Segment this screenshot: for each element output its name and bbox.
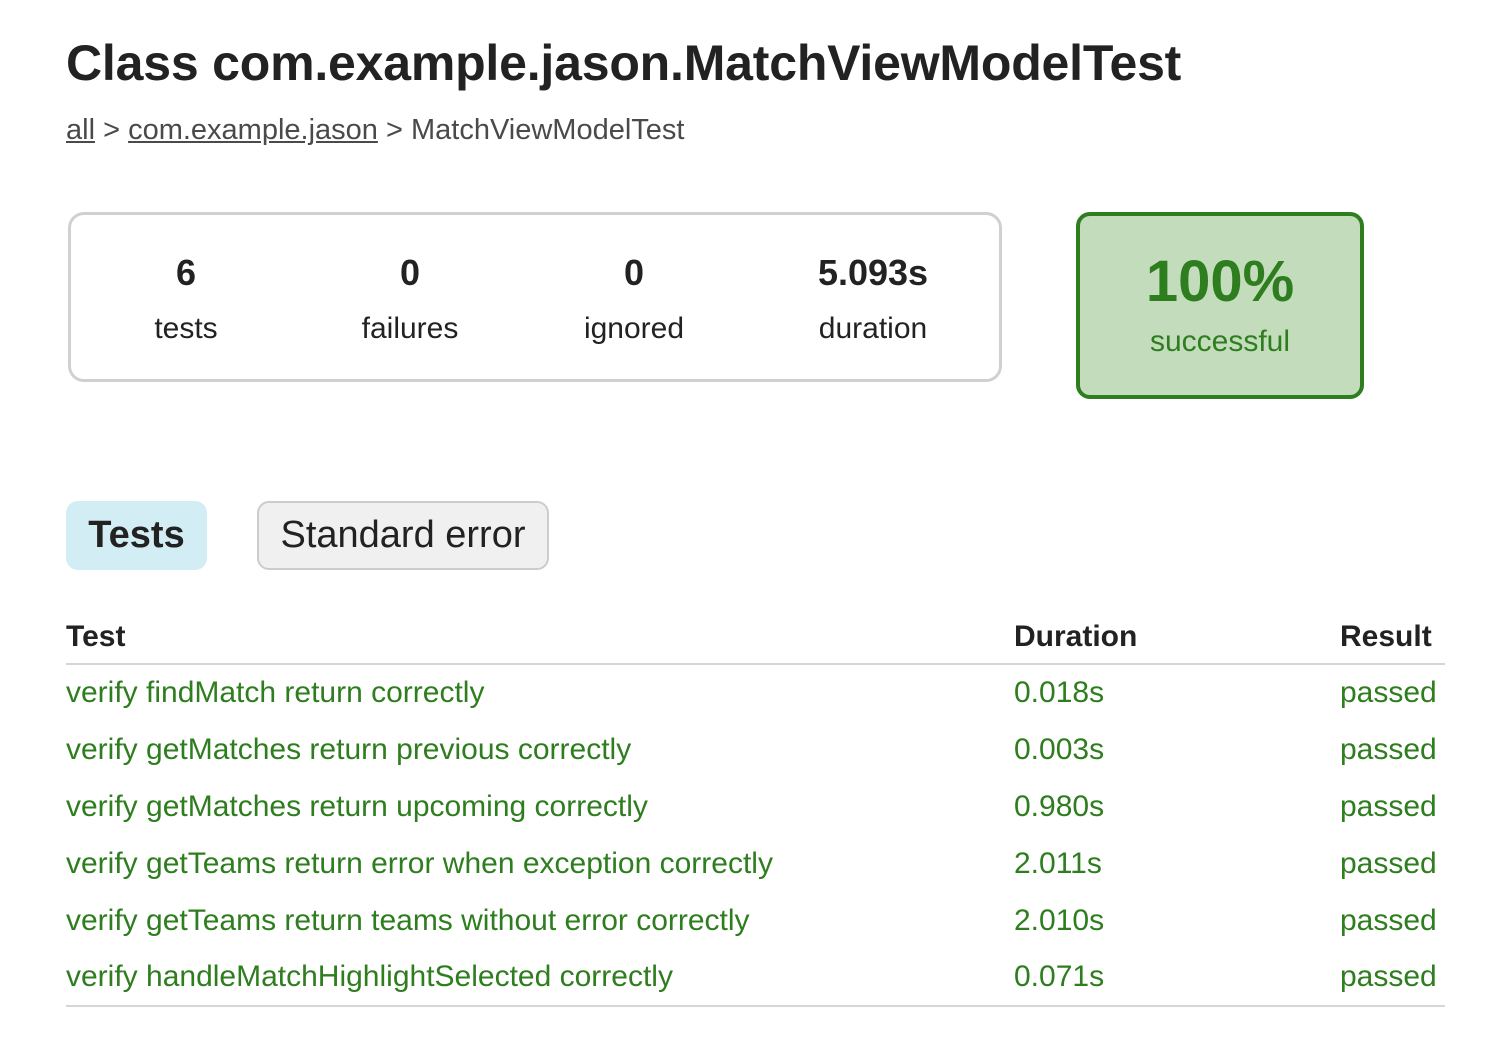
test-result: passed	[1340, 949, 1445, 1007]
ignored-label: ignored	[583, 312, 685, 345]
test-duration: 0.018s	[1014, 676, 1105, 709]
test-results-table: Test Duration Result verify findMatch re…	[66, 620, 1445, 1007]
test-duration: 2.011s	[1014, 846, 1102, 880]
success-percent: 100%	[1145, 249, 1295, 314]
table-row: verify handleMatchHighlightSelected corr…	[66, 949, 1445, 1007]
summary-box: 6 tests 0 failures 0 ignored 5.093s dura…	[68, 212, 1002, 382]
column-header-test: Test	[66, 620, 1014, 665]
table-header-row: Test Duration Result	[66, 620, 1445, 665]
ignored-counter: 0 ignored	[534, 251, 734, 351]
breadcrumb-separator: >	[103, 114, 121, 146]
duration-counter: 5.093s duration	[773, 251, 973, 351]
breadcrumb-separator: >	[385, 114, 403, 146]
failures-count: 0	[399, 252, 421, 293]
tests-label: tests	[154, 312, 218, 345]
table-row: verify getTeams return teams without err…	[66, 892, 1445, 949]
tab-standard-error[interactable]: Standard error	[257, 501, 549, 570]
test-result: passed	[1340, 846, 1437, 880]
failures-label: failures	[361, 312, 459, 345]
test-name: verify findMatch return correctly	[66, 676, 485, 709]
test-duration: 2.010s	[1014, 903, 1105, 937]
breadcrumb-link-package[interactable]: com.example.jason	[128, 114, 378, 146]
test-name: verify getMatches return previous correc…	[66, 732, 632, 766]
test-result: passed	[1340, 676, 1437, 709]
test-name: verify getTeams return teams without err…	[66, 903, 750, 937]
column-header-result: Result	[1340, 620, 1445, 665]
test-duration: 0.071s	[1014, 949, 1340, 1007]
tests-count: 6	[175, 252, 197, 293]
breadcrumb: all > com.example.jason > MatchViewModel…	[66, 114, 684, 147]
table-row: verify getTeams return error when except…	[66, 835, 1445, 892]
test-result: passed	[1340, 903, 1437, 937]
test-name: verify getTeams return error when except…	[66, 846, 773, 880]
test-duration: 0.980s	[1014, 789, 1105, 823]
test-name: verify getMatches return upcoming correc…	[66, 789, 648, 823]
success-rate-box: 100% successful	[1076, 212, 1364, 399]
tests-counter: 6 tests	[86, 251, 286, 351]
test-name: verify handleMatchHighlightSelected corr…	[66, 949, 1014, 1007]
table-row: verify getMatches return previous correc…	[66, 721, 1445, 778]
column-header-duration: Duration	[1014, 620, 1340, 665]
duration-label: duration	[818, 312, 928, 345]
test-result: passed	[1340, 732, 1437, 766]
tab-tests[interactable]: Tests	[66, 501, 207, 570]
table-row: verify getMatches return upcoming correc…	[66, 778, 1445, 835]
failures-counter: 0 failures	[310, 251, 510, 351]
duration-value: 5.093s	[817, 252, 929, 293]
ignored-count: 0	[623, 252, 645, 293]
success-label: successful	[1149, 325, 1291, 358]
breadcrumb-current: MatchViewModelTest	[410, 114, 685, 146]
page-title: Class com.example.jason.MatchViewModelTe…	[66, 35, 1182, 91]
test-duration: 0.003s	[1014, 732, 1105, 766]
breadcrumb-link-all[interactable]: all	[66, 114, 95, 146]
table-row: verify findMatch return correctly 0.018s…	[66, 664, 1445, 721]
test-result: passed	[1340, 789, 1437, 823]
